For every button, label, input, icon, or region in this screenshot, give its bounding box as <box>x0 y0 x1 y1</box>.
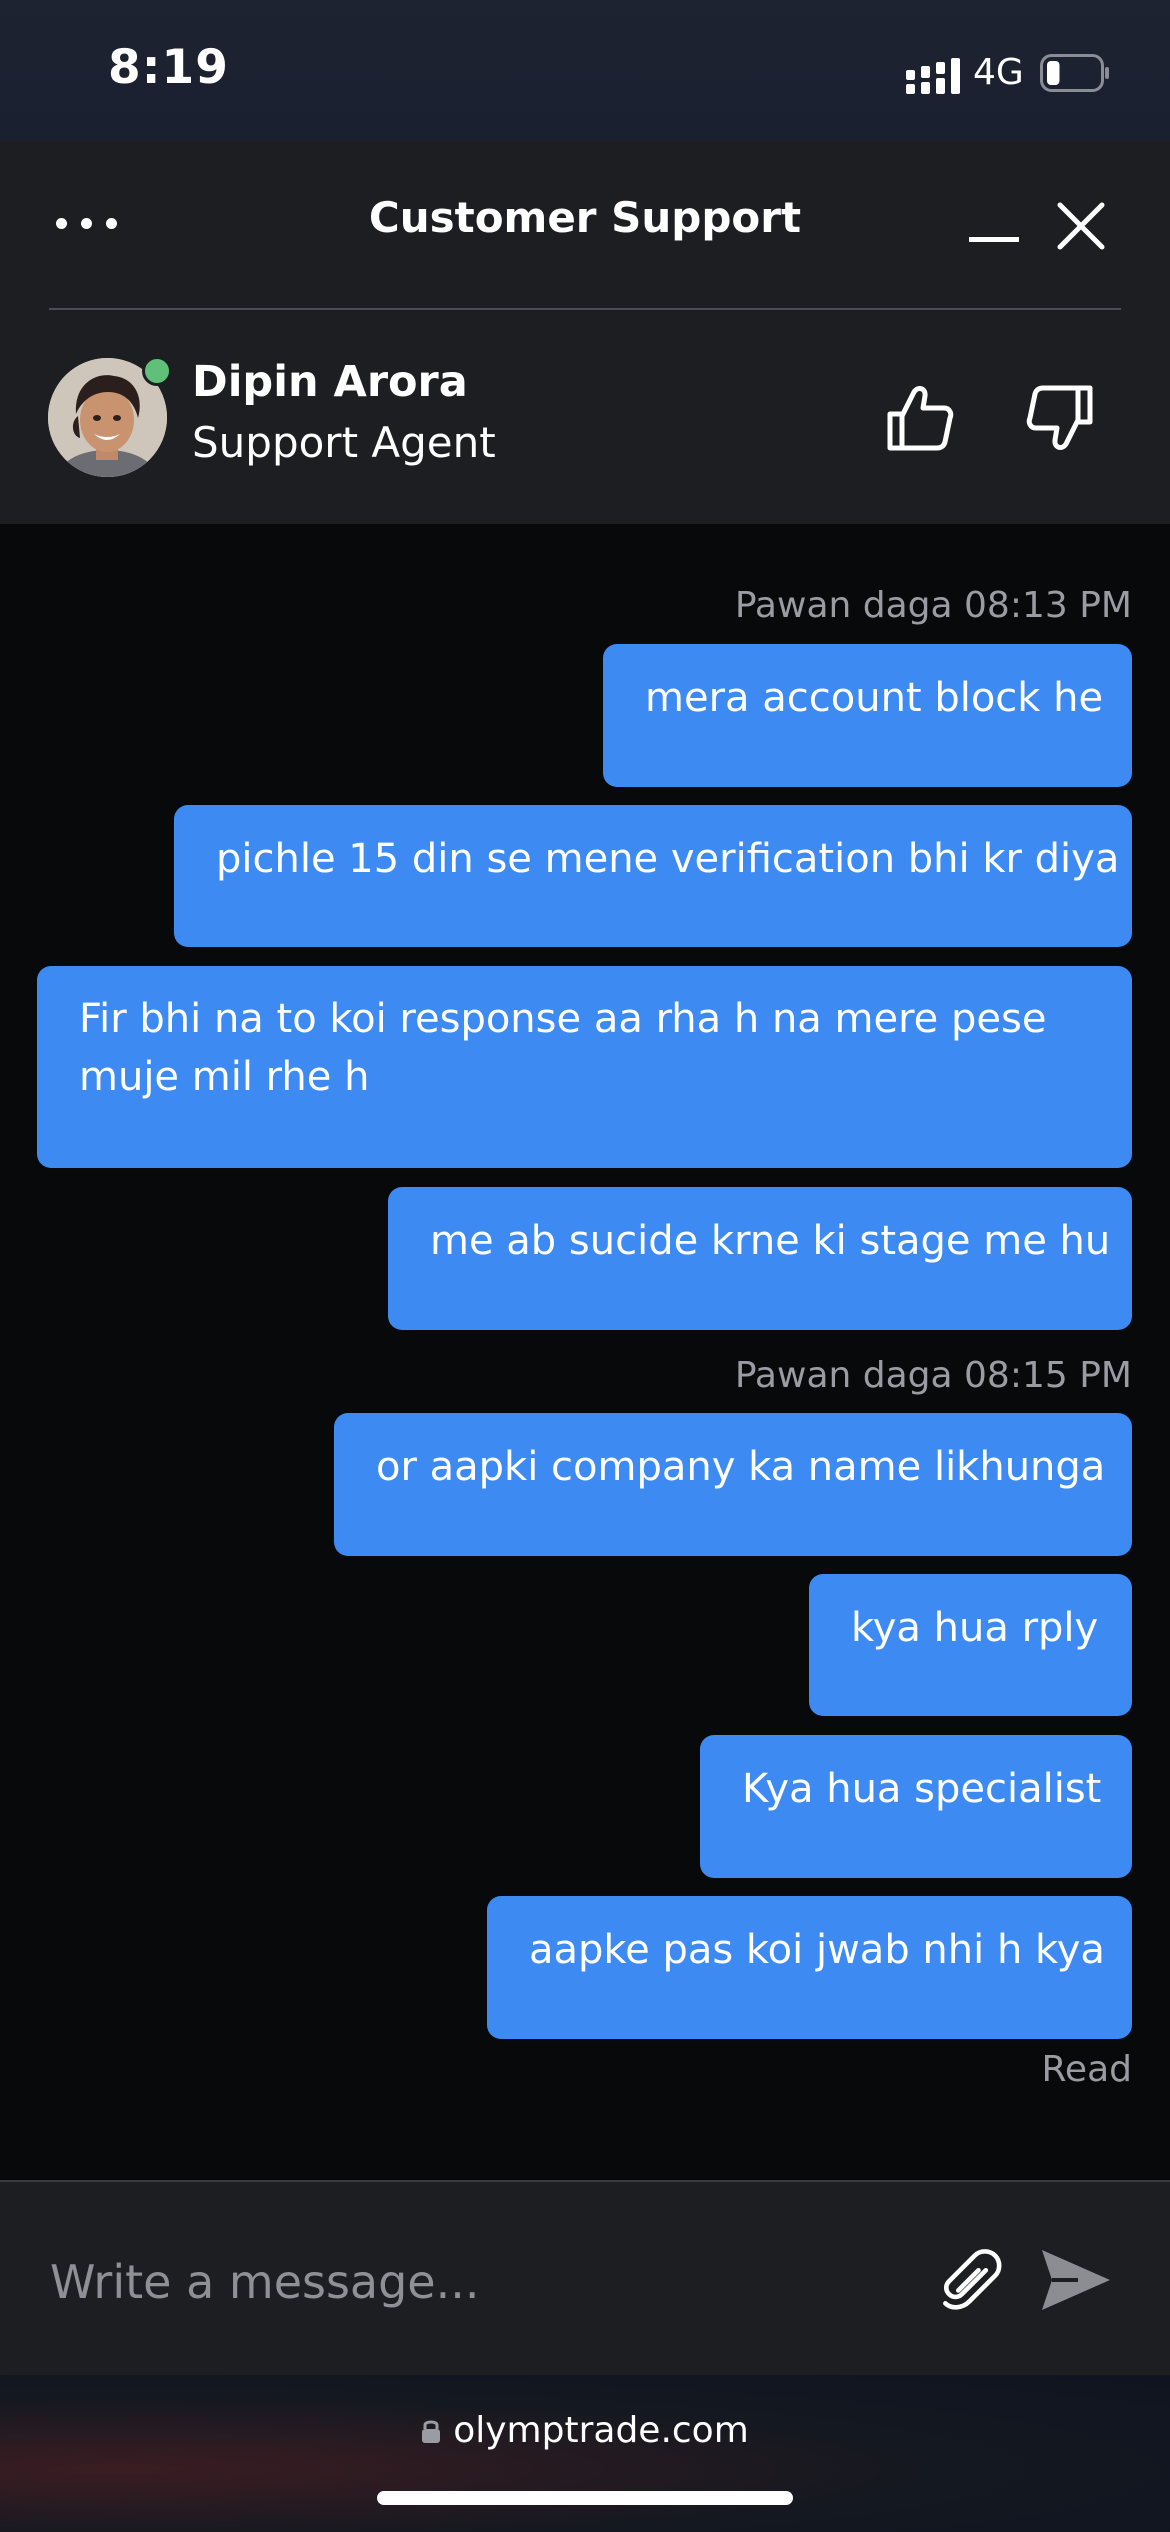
thumbs-up-icon[interactable] <box>884 382 956 454</box>
agent-name: Dipin Arora <box>192 357 468 407</box>
battery-icon <box>1040 54 1109 92</box>
message-bubble[interactable]: me ab sucide krne ki stage me hu <box>388 1187 1132 1330</box>
cellular-signal-icon <box>906 58 960 94</box>
header-divider <box>49 308 1121 310</box>
message-meta: Pawan daga 08:13 PM <box>734 585 1132 626</box>
message-bubble[interactable]: Kya hua specialist <box>700 1735 1132 1878</box>
close-icon[interactable] <box>1056 201 1106 251</box>
url-display[interactable]: olymptrade.com <box>0 2410 1170 2451</box>
message-bubble[interactable]: mera account block he <box>603 644 1132 787</box>
browser-url-bar <box>0 2375 1170 2532</box>
minimize-icon[interactable] <box>966 200 1022 248</box>
online-status-indicator <box>142 356 172 386</box>
status-time: 8:19 <box>108 40 229 95</box>
support-chat-screen: 8:19 4G Customer Support Dipin Arora Sup… <box>0 0 1170 2532</box>
url-text: olymptrade.com <box>453 2410 749 2451</box>
status-bar: 8:19 4G <box>0 0 1170 141</box>
thumbs-down-icon[interactable] <box>1024 382 1096 454</box>
message-bubble[interactable]: Fir bhi na to koi response aa rha h na m… <box>37 966 1132 1168</box>
lock-icon <box>422 2420 441 2443</box>
message-bubble[interactable]: pichle 15 din se mene verification bhi k… <box>174 805 1132 947</box>
read-receipt: Read <box>1041 2049 1132 2090</box>
paperclip-icon[interactable] <box>936 2244 1008 2316</box>
message-input[interactable] <box>48 2246 912 2318</box>
message-meta: Pawan daga 08:15 PM <box>734 1355 1132 1396</box>
message-bubble[interactable]: aapke pas koi jwab nhi h kya <box>487 1896 1132 2039</box>
network-type: 4G <box>973 52 1024 93</box>
home-indicator[interactable] <box>377 2491 793 2505</box>
agent-role: Support Agent <box>192 418 496 467</box>
message-bubble[interactable]: kya hua rply <box>809 1574 1132 1716</box>
send-icon[interactable] <box>1038 2244 1114 2316</box>
message-bubble[interactable]: or aapki company ka name likhunga <box>334 1413 1132 1556</box>
